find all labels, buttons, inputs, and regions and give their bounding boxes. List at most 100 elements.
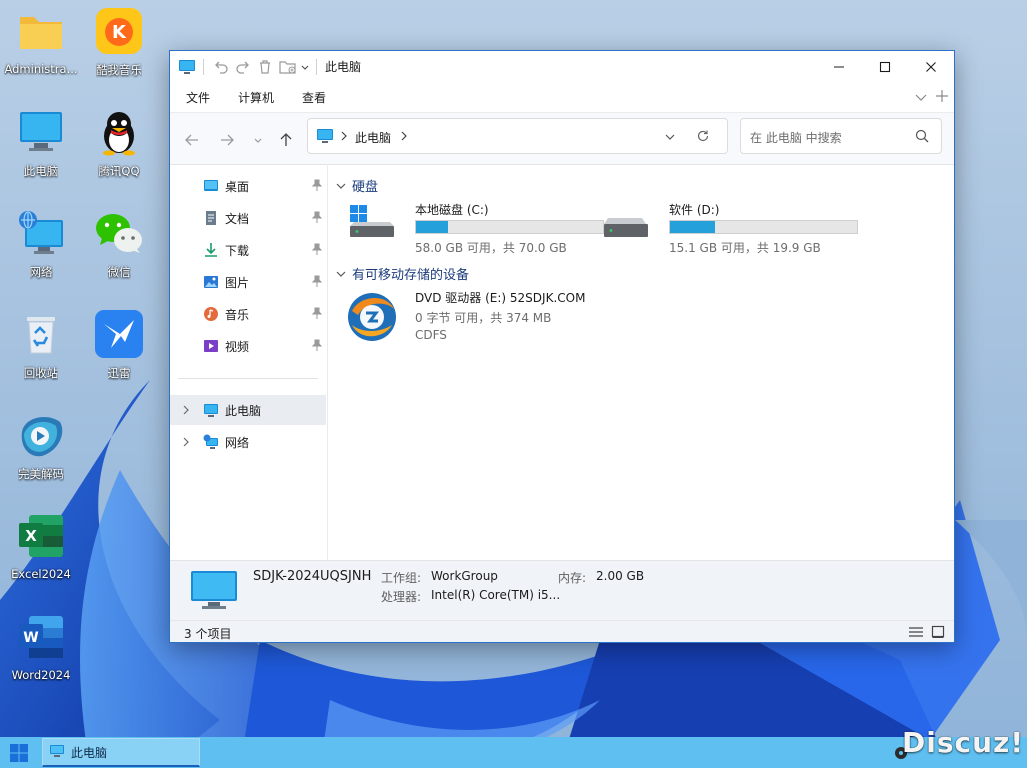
desktop-icon-excel[interactable]: X Excel2024 xyxy=(2,511,80,601)
forward-button[interactable] xyxy=(215,128,239,152)
undo-icon[interactable] xyxy=(213,57,229,77)
address-history-chevron-icon[interactable] xyxy=(665,131,675,145)
address-bar[interactable]: 此电脑 xyxy=(307,118,728,154)
pin-icon[interactable] xyxy=(311,339,323,354)
discuz-watermark: Discuz! xyxy=(902,726,1025,759)
refresh-icon[interactable] xyxy=(696,129,710,146)
customize-toolbar-chevron-icon[interactable] xyxy=(300,57,310,77)
sidebar-item-network[interactable]: 网络 xyxy=(170,427,326,457)
file-list-pane: 硬盘 本地磁盘 (C:) 58.0 GB 可用，共 70.0 GB 软件 (D:… xyxy=(329,164,954,560)
group-header-hard-disks[interactable]: 硬盘 xyxy=(336,176,378,195)
this-pc-icon xyxy=(16,107,66,157)
up-button[interactable] xyxy=(274,128,298,152)
desktop-icon-wechat[interactable]: 微信 xyxy=(80,208,158,298)
desktop-icon-kuwo-music[interactable]: K 酷我音乐 xyxy=(80,6,158,96)
collapse-chevron-icon[interactable] xyxy=(336,181,346,191)
toolbar-divider xyxy=(203,58,204,75)
drive-usage-bar xyxy=(669,220,858,234)
maximize-button[interactable] xyxy=(862,51,908,82)
desktop-icon-potplayer[interactable]: 完美解码 xyxy=(2,410,80,500)
minimize-button[interactable] xyxy=(816,51,862,82)
this-pc-icon xyxy=(203,402,219,418)
recycle-bin-icon xyxy=(16,309,66,359)
sidebar-item-desktop[interactable]: 桌面 xyxy=(170,171,326,201)
drive-usage-fill xyxy=(416,221,448,233)
status-bar: 3 个项目 xyxy=(170,620,954,642)
sidebar-item-music[interactable]: 音乐 xyxy=(170,299,326,329)
taskbar: 此电脑 xyxy=(0,737,1027,768)
taskbar-item-label: 此电脑 xyxy=(71,745,108,760)
expand-chevron-icon[interactable] xyxy=(182,436,190,450)
svg-text:K: K xyxy=(112,22,127,43)
drive-c[interactable]: 本地磁盘 (C:) 58.0 GB 可用，共 70.0 GB xyxy=(343,201,604,257)
qq-icon xyxy=(94,107,144,157)
desktop-icon-xunlei[interactable]: 迅雷 xyxy=(80,309,158,399)
recent-locations-chevron-icon[interactable] xyxy=(246,128,270,152)
details-pane: SDJK-2024UQSJNH 工作组: WorkGroup 内存: 2.00 … xyxy=(170,560,954,620)
windows-drive-icon xyxy=(348,204,394,243)
menu-file[interactable]: 文件 xyxy=(186,89,210,106)
taskbar-item-this-pc[interactable]: 此电脑 xyxy=(42,738,200,767)
back-button[interactable] xyxy=(180,128,204,152)
menu-computer[interactable]: 计算机 xyxy=(238,89,274,106)
sidebar-item-documents[interactable]: 文档 xyxy=(170,203,326,233)
details-view-icon[interactable] xyxy=(908,625,924,642)
desktop-icon-administrator[interactable]: Administra... xyxy=(2,6,80,96)
file-explorer-window: 此电脑 文件 计算机 查看 此电脑 在 此电脑 中搜索 桌面 文档 下载 图片 … xyxy=(169,50,955,643)
close-button[interactable] xyxy=(908,51,954,82)
desktop-icon-this-pc[interactable]: 此电脑 xyxy=(2,107,80,197)
collapse-chevron-icon[interactable] xyxy=(336,269,346,279)
expand-ribbon-chevron-icon[interactable] xyxy=(914,90,928,107)
breadcrumb-this-pc[interactable]: 此电脑 xyxy=(355,129,391,146)
this-pc-icon xyxy=(316,128,334,147)
expand-chevron-icon[interactable] xyxy=(182,404,190,418)
breadcrumb-separator-icon[interactable] xyxy=(340,130,348,144)
dvd-drive-icon xyxy=(346,291,398,344)
search-box[interactable]: 在 此电脑 中搜索 xyxy=(740,118,942,154)
drive-d[interactable]: 软件 (D:) 15.1 GB 可用，共 19.9 GB xyxy=(597,201,858,257)
sidebar-divider xyxy=(178,378,318,379)
breadcrumb-separator-icon[interactable] xyxy=(400,130,408,144)
menu-view[interactable]: 查看 xyxy=(302,89,326,106)
drive-e-dvd[interactable]: DVD 驱动器 (E:) 52SDJK.COM 0 字节 可用，共 374 MB… xyxy=(343,289,643,345)
desktop-icon-qq[interactable]: 腾讯QQ xyxy=(80,107,158,197)
desktop-icon-word[interactable]: W Word2024 xyxy=(2,612,80,702)
processor-value: Intel(R) Core(TM) i5... xyxy=(431,588,561,602)
sidebar-item-downloads[interactable]: 下载 xyxy=(170,235,326,265)
sidebar-item-pictures[interactable]: 图片 xyxy=(170,267,326,297)
delete-icon[interactable] xyxy=(257,57,273,77)
folder-icon xyxy=(16,6,66,56)
window-title: 此电脑 xyxy=(325,60,362,74)
desktop-icon-recycle-bin[interactable]: 回收站 xyxy=(2,309,80,399)
desktop-icon-network[interactable]: 网络 xyxy=(2,208,80,298)
menu-bar: 文件 计算机 查看 xyxy=(170,82,954,112)
item-count: 3 个项目 xyxy=(184,627,232,641)
new-tab-plus-icon[interactable] xyxy=(935,89,949,106)
pin-icon[interactable] xyxy=(311,307,323,322)
redo-icon[interactable] xyxy=(235,57,251,77)
new-folder-icon[interactable] xyxy=(279,57,297,77)
pin-icon[interactable] xyxy=(311,243,323,258)
start-button[interactable] xyxy=(10,744,28,765)
drive-usage-fill xyxy=(670,221,715,233)
search-icon xyxy=(915,129,929,146)
downloads-icon xyxy=(203,242,219,258)
navigation-pane: 桌面 文档 下载 图片 音乐 视频 此电脑 网络 xyxy=(170,164,328,560)
kuwo-music-icon: K xyxy=(94,6,144,56)
potplayer-icon xyxy=(16,410,66,460)
title-bar: 此电脑 xyxy=(170,51,954,82)
pin-icon[interactable] xyxy=(311,211,323,226)
videos-icon xyxy=(203,338,219,354)
documents-icon xyxy=(203,210,219,226)
search-input[interactable]: 在 此电脑 中搜索 xyxy=(750,129,842,146)
word-icon: W xyxy=(16,612,66,662)
memory-label: 内存: xyxy=(558,571,587,585)
group-header-removable[interactable]: 有可移动存储的设备 xyxy=(336,264,469,283)
sidebar-item-videos[interactable]: 视频 xyxy=(170,331,326,361)
hard-drive-icon xyxy=(602,214,648,243)
xunlei-icon xyxy=(94,309,144,359)
sidebar-item-this-pc[interactable]: 此电脑 xyxy=(170,395,326,425)
pin-icon[interactable] xyxy=(311,179,323,194)
pin-icon[interactable] xyxy=(311,275,323,290)
large-icons-view-icon[interactable] xyxy=(931,625,945,642)
